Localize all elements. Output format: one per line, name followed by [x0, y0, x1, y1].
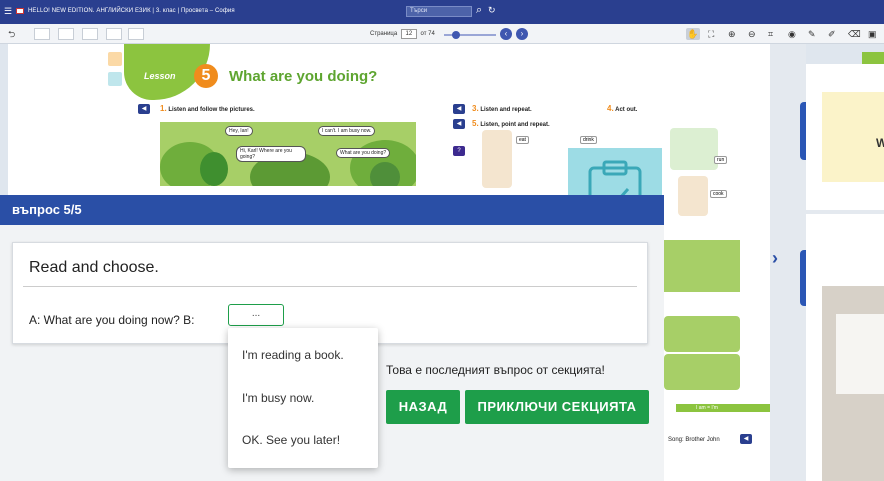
- question-instruction: Read and choose.: [29, 259, 159, 276]
- preview-photo-detail: [836, 314, 884, 394]
- audio-speaker-icon[interactable]: ◀: [740, 434, 752, 444]
- search-icon[interactable]: ⌕: [476, 4, 482, 17]
- page-marker: [862, 52, 884, 64]
- thumbnails-view-icon[interactable]: [82, 28, 98, 40]
- last-question-note: Това е последният въпрос от секцията!: [386, 363, 605, 377]
- page-navigator: Страница 12 от 74: [370, 28, 435, 40]
- picture-sports: [664, 354, 740, 390]
- answer-option[interactable]: I'm reading a book.: [242, 348, 344, 362]
- divider: [806, 210, 884, 214]
- word-tag: run: [714, 156, 728, 164]
- refresh-icon[interactable]: ↻: [488, 5, 496, 16]
- title-bar: ☰ HELLO! NEW EDITION. АНГЛИЙСКИ ЕЗИК | 3…: [0, 0, 884, 24]
- word-tag: drink: [580, 136, 597, 144]
- speech-bubble: Hi, Karl! Where are you going?: [236, 146, 306, 162]
- audio-speaker-icon[interactable]: ◀: [453, 119, 465, 129]
- question-text: A: What are you doing now? B:: [29, 313, 195, 327]
- preview-yellow-box: [822, 92, 884, 182]
- answer-option[interactable]: I'm busy now.: [242, 391, 314, 405]
- audio-speaker-icon[interactable]: ◀: [453, 104, 465, 114]
- help-icon[interactable]: ?: [453, 146, 465, 156]
- word-tag: eat: [516, 136, 529, 144]
- next-page-preview: W: [806, 52, 884, 481]
- back-icon[interactable]: ⮌: [8, 28, 15, 40]
- speech-bubble: I can't. I am busy now.: [318, 126, 376, 136]
- flag-icon: [16, 8, 24, 14]
- hamburger-menu-icon[interactable]: ☰: [4, 7, 12, 16]
- picture-run: [670, 128, 718, 170]
- grid-view-icon[interactable]: [128, 28, 144, 40]
- pen-icon[interactable]: ✎: [808, 28, 816, 40]
- answer-options-menu: I'm reading a book. I'm busy now. OK. Se…: [228, 328, 378, 468]
- zoom-in-icon[interactable]: ⊕: [728, 28, 736, 40]
- speech-bubble: What are you doing?: [336, 148, 391, 158]
- grammar-strip: I am = I'm: [676, 404, 770, 412]
- hand-tool-icon[interactable]: ✋: [686, 28, 700, 40]
- page-label: Страница: [370, 31, 398, 37]
- slider-knob[interactable]: [452, 31, 460, 39]
- song-label: Song: Brother John: [668, 437, 720, 443]
- zoom-out-icon[interactable]: ⊖: [748, 28, 756, 40]
- page-slider[interactable]: [444, 31, 496, 39]
- exercise-3: 3. Listen and repeat.: [472, 104, 532, 113]
- lesson-label: Lesson: [144, 71, 176, 81]
- picture-reading: [664, 240, 740, 292]
- speech-bubble: Hey, Ian!: [225, 126, 253, 136]
- search-input[interactable]: Търси: [406, 6, 472, 17]
- exercise-4: 4. Act out.: [607, 104, 638, 113]
- finish-section-button[interactable]: ПРИКЛЮЧИ СЕКЦИЯТА: [465, 390, 649, 424]
- save-notes-icon[interactable]: ▣: [868, 28, 877, 40]
- clipboard-small-icon[interactable]: [108, 72, 122, 86]
- save-icon[interactable]: [106, 28, 122, 40]
- lesson-title: What are you doing?: [229, 68, 378, 85]
- audio-speaker-icon[interactable]: ◀: [138, 104, 150, 114]
- page-total: от 74: [420, 31, 435, 37]
- single-page-view-icon[interactable]: [34, 28, 50, 40]
- toolbar: ⮌ Страница 12 от 74 ‹ › ✋ ⛶ ⊕ ⊖ ⌗ ◉ ✎ ✐ …: [0, 24, 884, 44]
- eraser-icon[interactable]: ⌫: [848, 28, 861, 40]
- prev-page-button[interactable]: ‹: [500, 28, 512, 40]
- page-number-input[interactable]: 12: [400, 29, 417, 39]
- lesson-number: 5: [194, 64, 218, 88]
- fullscreen-icon[interactable]: ⛶: [708, 28, 714, 40]
- highlighter-icon[interactable]: ✐: [828, 28, 836, 40]
- quiz-header: въпрос 5/5: [0, 195, 664, 225]
- picture-writing: [664, 316, 740, 352]
- picture-cook: [678, 176, 708, 216]
- answer-dropdown[interactable]: ...: [228, 304, 284, 326]
- eye-icon[interactable]: ◉: [788, 28, 796, 40]
- next-page-button[interactable]: ›: [516, 28, 528, 40]
- app-title: HELLO! NEW EDITION. АНГЛИЙСКИ ЕЗИК | 3. …: [28, 8, 235, 14]
- divider: [23, 286, 637, 287]
- page-gutter: ›: [770, 44, 808, 481]
- exercise-5: 5. Listen, point and repeat.: [472, 119, 550, 128]
- exercise-1: 1. Listen and follow the pictures.: [160, 104, 255, 113]
- chevron-right-icon[interactable]: ›: [772, 248, 778, 269]
- crop-icon[interactable]: ⌗: [768, 28, 773, 40]
- preview-word: W: [876, 136, 884, 150]
- notes-icon[interactable]: [108, 52, 122, 66]
- answer-option[interactable]: OK. See you later!: [242, 433, 340, 447]
- double-page-view-icon[interactable]: [58, 28, 74, 40]
- picture-eat: [482, 130, 512, 188]
- back-button[interactable]: НАЗАД: [386, 390, 460, 424]
- word-tag: cook: [710, 190, 727, 198]
